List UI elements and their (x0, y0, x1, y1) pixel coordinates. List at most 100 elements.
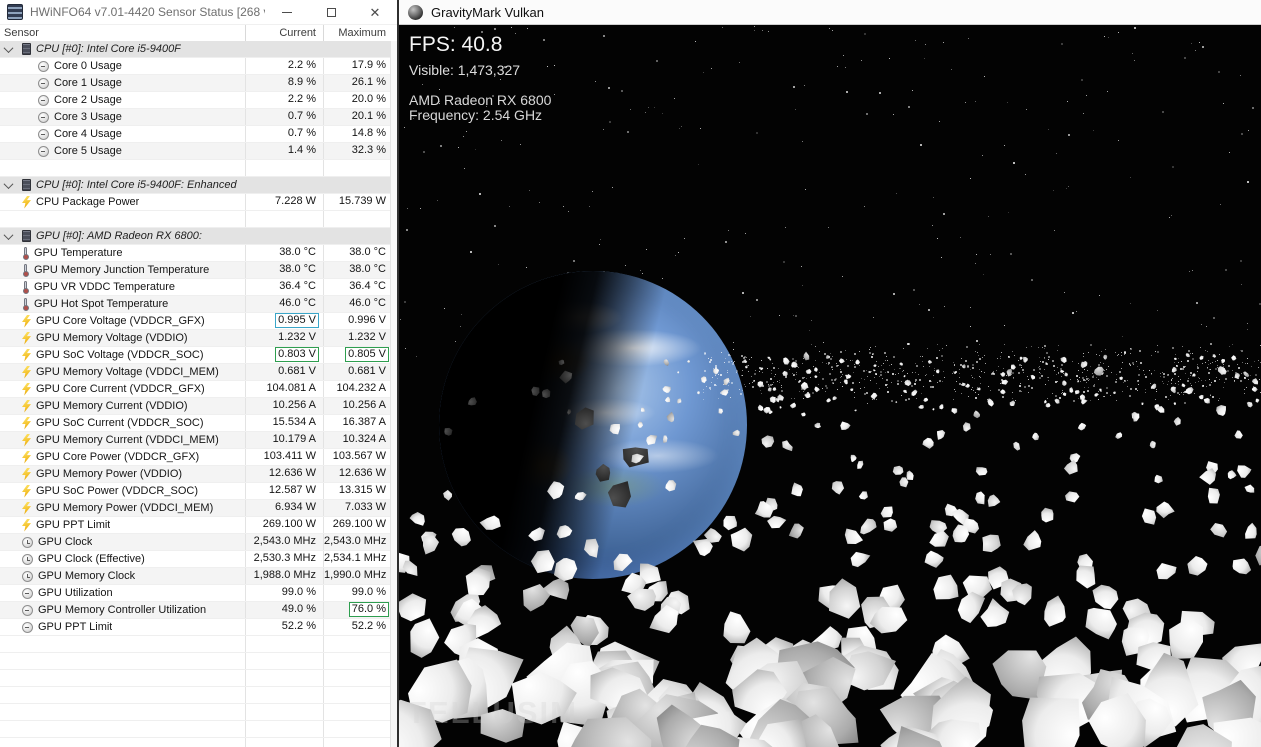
star (1131, 52, 1133, 54)
asteroid-rock (920, 435, 937, 452)
sensor-row[interactable]: GPU Utilization 99.0 % 99.0 % (0, 585, 390, 602)
vertical-scrollbar[interactable] (390, 41, 397, 747)
sensor-row[interactable]: Core 1 Usage 8.9 % 26.1 % (0, 75, 390, 92)
sensor-row[interactable]: GPU Hot Spot Temperature 46.0 °C 46.0 °C (0, 296, 390, 313)
sensor-section-header[interactable]: CPU [#0]: Intel Core i5-9400F: Enhanced (0, 177, 390, 194)
maximize-button[interactable] (309, 0, 353, 24)
sensor-row[interactable]: GPU Memory Junction Temperature 38.0 °C 38… (0, 262, 390, 279)
sensor-row[interactable]: GPU Core Voltage (VDDCR_GFX) 0.995 V 0.996… (0, 313, 390, 330)
close-button[interactable]: ✕ (353, 0, 397, 24)
sensor-row[interactable]: GPU Memory Power (VDDCI_MEM) 6.934 W 7.033… (0, 500, 390, 517)
sensor-row[interactable]: GPU Clock 2,543.0 MHz 2,543.0 MHz (0, 534, 390, 551)
collapse-chevron-icon[interactable] (3, 42, 13, 53)
power-bolt-icon (22, 331, 31, 345)
sensor-maximum-value (324, 228, 390, 244)
sensor-row[interactable]: GPU Memory Clock 1,988.0 MHz 1,990.0 MHz (0, 568, 390, 585)
sensor-label-cell (0, 636, 246, 652)
star (680, 125, 682, 127)
sensor-label-cell: GPU Temperature (0, 245, 246, 261)
sensor-current-value: 1,988.0 MHz (246, 568, 324, 584)
asteroid-rock (921, 547, 947, 570)
asteroid-rock (1148, 440, 1158, 451)
star (970, 325, 972, 327)
sensor-row[interactable]: Core 3 Usage 0.7 % 20.1 % (0, 109, 390, 126)
hwinfo-titlebar[interactable]: HWiNFO64 v7.01-4420 Sensor Status [268 v… (0, 0, 397, 25)
gravitymark-titlebar[interactable]: GravityMark Vulkan (399, 0, 1261, 25)
earth-terminator-shadow (439, 271, 747, 579)
sensor-label: GPU PPT Limit (36, 519, 111, 531)
sensor-maximum-value (324, 177, 390, 193)
sensor-maximum-value (324, 704, 390, 720)
star (600, 239, 602, 241)
sensor-row[interactable]: CPU Package Power 7.228 W 15.739 W (0, 194, 390, 211)
sensor-row[interactable]: GPU Core Power (VDDCR_GFX) 103.411 W 103.5… (0, 449, 390, 466)
star (1241, 132, 1243, 135)
star (405, 348, 407, 350)
sensor-row[interactable]: GPU Temperature 38.0 °C 38.0 °C (0, 245, 390, 262)
sensor-label-cell: GPU Clock (0, 534, 246, 550)
usage-gauge-icon (38, 77, 49, 89)
sensor-row[interactable]: GPU Core Current (VDDCR_GFX) 104.081 A 104… (0, 381, 390, 398)
sensor-row[interactable]: Core 2 Usage 2.2 % 20.0 % (0, 92, 390, 109)
sensor-label-cell: GPU Memory Controller Utilization (0, 602, 246, 618)
sensor-section-header[interactable]: GPU [#0]: AMD Radeon RX 6800: (0, 228, 390, 245)
asteroid-rock (875, 502, 898, 524)
sensor-label-cell: GPU Memory Clock (0, 568, 246, 584)
asteroid-rock (1182, 551, 1212, 580)
sensor-row[interactable]: Core 4 Usage 0.7 % 14.8 % (0, 126, 390, 143)
column-header-current[interactable]: Current (246, 25, 324, 41)
star (942, 41, 944, 43)
star (756, 299, 759, 302)
column-header-sensor[interactable]: Sensor (0, 25, 246, 41)
sensor-label-cell: Core 4 Usage (0, 126, 246, 142)
asteroid-rock (824, 577, 865, 623)
sensor-current-value (246, 738, 324, 747)
sensor-row[interactable]: GPU Memory Power (VDDIO) 12.636 W 12.636 W (0, 466, 390, 483)
sensor-row[interactable]: GPU SoC Current (VDDCR_SOC) 15.534 A 16.38… (0, 415, 390, 432)
collapse-chevron-icon[interactable] (3, 178, 13, 189)
sensor-current-value (246, 177, 324, 193)
sensor-row[interactable]: GPU Memory Voltage (VDDCI_MEM) 0.681 V 0.6… (0, 364, 390, 381)
asteroid-rock (718, 510, 742, 535)
sensor-row[interactable]: GPU Memory Current (VDDCI_MEM) 10.179 A 10… (0, 432, 390, 449)
sensor-row[interactable]: GPU Memory Controller Utilization 49.0 % 7… (0, 602, 390, 619)
row-gutter (0, 466, 16, 482)
sensor-row[interactable]: Core 0 Usage 2.2 % 17.9 % (0, 58, 390, 75)
sensor-row[interactable]: GPU Clock (Effective) 2,530.3 MHz 2,534.1 … (0, 551, 390, 568)
sensor-row[interactable]: Core 5 Usage 1.4 % 32.3 % (0, 143, 390, 160)
empty-row (0, 636, 390, 653)
minimize-button[interactable] (265, 0, 309, 24)
sensor-row[interactable]: GPU Memory Current (VDDIO) 10.256 A 10.256… (0, 398, 390, 415)
sensor-row[interactable]: GPU VR VDDC Temperature 36.4 °C 36.4 °C (0, 279, 390, 296)
sensor-maximum-value: 32.3 % (351, 144, 386, 156)
sensor-current-value: 104.081 A (246, 381, 324, 397)
sensor-label-cell: GPU Core Current (VDDCR_GFX) (0, 381, 246, 397)
star (457, 147, 459, 149)
star (866, 112, 869, 115)
row-gutter (0, 279, 16, 295)
sensor-row[interactable]: GPU PPT Limit 52.2 % 52.2 % (0, 619, 390, 636)
sensor-row[interactable]: GPU Memory Voltage (VDDIO) 1.232 V 1.232 V (0, 330, 390, 347)
sensor-maximum-value: 38.0 °C (349, 263, 386, 275)
temperature-icon (22, 246, 29, 260)
sensor-current-value: 269.100 W (246, 517, 324, 533)
sensor-label-cell: Core 1 Usage (0, 75, 246, 91)
star (1118, 31, 1120, 33)
star (1246, 328, 1248, 330)
sensor-current-value (246, 211, 324, 227)
row-gutter (0, 75, 16, 91)
sensor-label-cell: GPU SoC Current (VDDCR_SOC) (0, 415, 246, 431)
star (811, 320, 813, 322)
row-gutter (0, 602, 16, 618)
sensor-row[interactable]: GPU PPT Limit 269.100 W 269.100 W (0, 517, 390, 534)
sensor-row[interactable]: GPU SoC Power (VDDCR_SOC) 12.587 W 13.315 … (0, 483, 390, 500)
asteroid-rock (1248, 540, 1261, 571)
asteroid-rock (984, 492, 1003, 510)
sensor-section-header[interactable]: CPU [#0]: Intel Core i5-9400F (0, 41, 390, 58)
collapse-chevron-icon[interactable] (3, 229, 13, 240)
sensor-row[interactable]: GPU SoC Voltage (VDDCR_SOC) 0.803 V 0.805 … (0, 347, 390, 364)
star (843, 54, 845, 56)
sensor-current-value: 1.4 % (246, 143, 324, 159)
column-header-maximum[interactable]: Maximum (324, 25, 390, 41)
star (1066, 101, 1068, 103)
